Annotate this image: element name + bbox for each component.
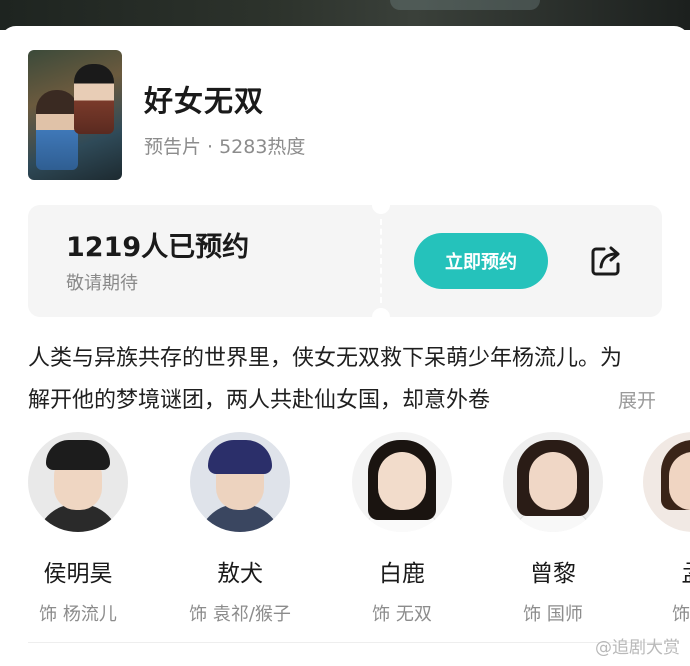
cast-member[interactable]: 敖犬 饰 袁祁/猴子	[165, 432, 315, 626]
cast-role: 饰 杨流儿	[39, 604, 117, 625]
ticket-notch-bottom	[372, 308, 390, 317]
reservation-subtitle: 敬请期待	[66, 273, 138, 294]
show-title: 好女无双	[144, 84, 265, 118]
ticket-divider	[380, 219, 382, 303]
meta-separator: ·	[207, 136, 214, 158]
cast-name: 孟	[618, 554, 690, 588]
share-icon[interactable]	[588, 243, 624, 279]
avatar	[643, 432, 690, 532]
cast-name: 侯明昊	[43, 561, 113, 587]
cast-name: 敖犬	[217, 561, 263, 587]
synopsis-text: 人类与异族共存的世界里，侠女无双救下呆萌少年杨流儿。为解开他的梦境谜团，两人共赴…	[28, 346, 623, 413]
cast-member[interactable]: 侯明昊 饰 杨流儿	[3, 432, 153, 626]
heat-label: 5283热度	[219, 136, 306, 158]
show-meta: 预告片 · 5283热度	[144, 132, 305, 159]
type-label: 预告片	[144, 136, 202, 158]
avatar	[28, 432, 128, 532]
avatar	[352, 432, 452, 532]
watermark-text: @追剧大赏	[595, 638, 680, 658]
section-divider	[28, 642, 662, 643]
expand-button[interactable]: 展开	[592, 380, 657, 422]
cast-role: 饰 无双	[372, 604, 432, 625]
reservation-card: 1219人已预约 敬请期待 立即预约	[28, 205, 662, 317]
cast-member[interactable]: 孟 饰 王	[618, 432, 690, 626]
cast-name: 曾黎	[530, 561, 576, 587]
poster-figure-female	[36, 90, 78, 170]
cast-role: 饰 王	[672, 604, 690, 625]
poster-figure-male	[74, 64, 114, 134]
cast-role: 饰 国师	[523, 604, 583, 625]
cast-list: 侯明昊 饰 杨流儿 敖犬 饰 袁祁/猴子 白鹿 饰 无双 曾黎 饰 国师 饰	[0, 432, 690, 625]
avatar	[503, 432, 603, 532]
cast-member[interactable]: 曾黎 饰 国师	[478, 432, 628, 626]
cast-name: 白鹿	[379, 561, 425, 587]
avatar	[190, 432, 290, 532]
poster-image[interactable]	[28, 50, 122, 180]
cast-member[interactable]: 白鹿 饰 无双	[327, 432, 477, 626]
reservation-count: 1219人已预约	[66, 232, 250, 263]
ticket-notch-top	[372, 205, 390, 214]
video-detail-page: 好女无双 预告片 · 5283热度 1219人已预约 敬请期待 立即预约 人类与异族…	[0, 0, 690, 666]
reserve-button[interactable]: 立即预约	[414, 233, 548, 289]
cast-role: 饰 袁祁/猴子	[189, 604, 291, 625]
